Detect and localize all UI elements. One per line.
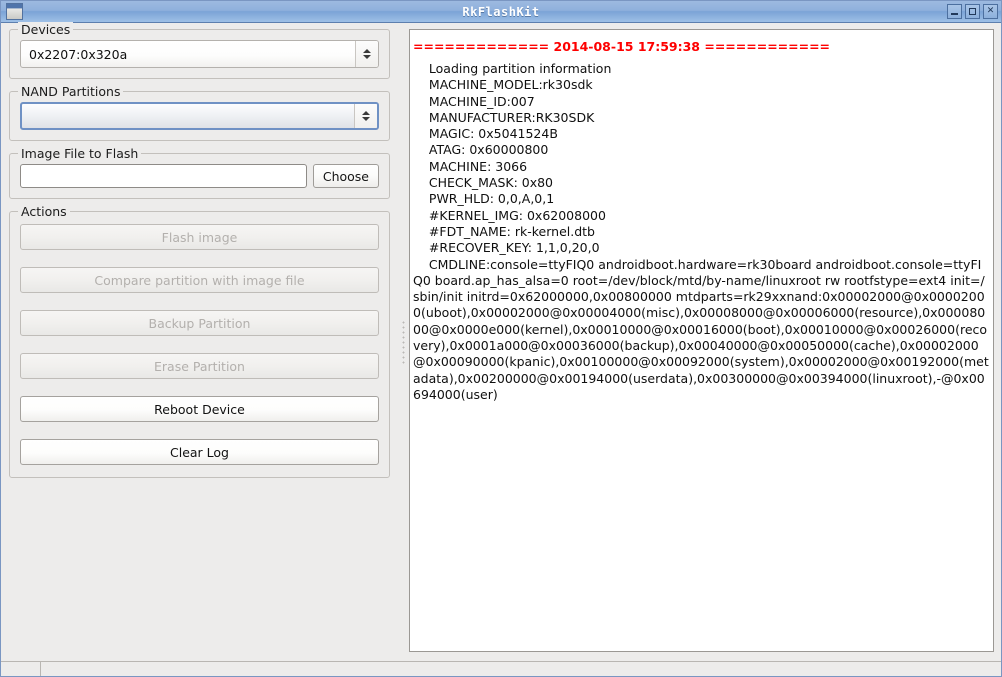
chevron-updown-icon bbox=[355, 41, 378, 67]
client-area: Devices 0x2207:0x320a NAND Partitions Im… bbox=[1, 22, 1001, 676]
actions-group-label: Actions bbox=[18, 204, 70, 219]
device-select[interactable]: 0x2207:0x320a bbox=[20, 40, 379, 68]
clear-log-button[interactable]: Clear Log bbox=[20, 439, 379, 465]
image-file-group: Image File to Flash Choose bbox=[9, 146, 390, 199]
close-button[interactable]: ✕ bbox=[983, 4, 998, 19]
minimize-button[interactable] bbox=[947, 4, 962, 19]
log-output[interactable]: ============= 2014-08-15 17:59:38 ======… bbox=[409, 29, 994, 652]
devices-group-label: Devices bbox=[18, 22, 74, 37]
partition-select-value bbox=[22, 104, 354, 128]
close-icon: ✕ bbox=[986, 6, 995, 16]
chevron-updown-icon bbox=[354, 104, 377, 128]
erase-partition-button[interactable]: Erase Partition bbox=[20, 353, 379, 379]
split-panes: Devices 0x2207:0x320a NAND Partitions Im… bbox=[1, 22, 1001, 661]
minimize-icon bbox=[951, 12, 958, 15]
left-panel: Devices 0x2207:0x320a NAND Partitions Im… bbox=[1, 22, 398, 661]
image-file-input[interactable] bbox=[20, 164, 307, 188]
partition-select[interactable] bbox=[20, 102, 379, 130]
splitter-grip-icon bbox=[402, 320, 405, 364]
window-title: RkFlashKit bbox=[462, 4, 540, 19]
app-window: RkFlashKit ✕ Devices 0x2207:0x320a NAND … bbox=[0, 0, 1002, 677]
status-cell-main bbox=[41, 662, 1001, 676]
devices-group: Devices 0x2207:0x320a bbox=[9, 22, 390, 79]
maximize-button[interactable] bbox=[965, 4, 980, 19]
nand-partitions-group-label: NAND Partitions bbox=[18, 84, 124, 99]
choose-file-button[interactable]: Choose bbox=[312, 164, 379, 188]
image-file-group-label: Image File to Flash bbox=[18, 146, 142, 161]
maximize-icon bbox=[969, 8, 976, 15]
flash-image-button[interactable]: Flash image bbox=[20, 224, 379, 250]
window-icon bbox=[6, 3, 23, 20]
compare-partition-button[interactable]: Compare partition with image file bbox=[20, 267, 379, 293]
right-panel: ============= 2014-08-15 17:59:38 ======… bbox=[409, 23, 1001, 661]
window-controls: ✕ bbox=[947, 4, 998, 19]
reboot-device-button[interactable]: Reboot Device bbox=[20, 396, 379, 422]
status-cell-left bbox=[1, 662, 41, 676]
pane-splitter[interactable] bbox=[398, 23, 409, 661]
title-bar: RkFlashKit ✕ bbox=[1, 1, 1001, 23]
nand-partitions-group: NAND Partitions bbox=[9, 84, 390, 141]
log-header-line: ============= 2014-08-15 17:59:38 ======… bbox=[413, 39, 831, 54]
backup-partition-button[interactable]: Backup Partition bbox=[20, 310, 379, 336]
device-select-value: 0x2207:0x320a bbox=[29, 46, 128, 62]
log-text: Loading partition information MACHINE_MO… bbox=[413, 61, 989, 402]
actions-group: Actions Flash image Compare partition wi… bbox=[9, 204, 390, 478]
status-bar bbox=[1, 661, 1001, 676]
image-file-row: Choose bbox=[20, 164, 379, 188]
